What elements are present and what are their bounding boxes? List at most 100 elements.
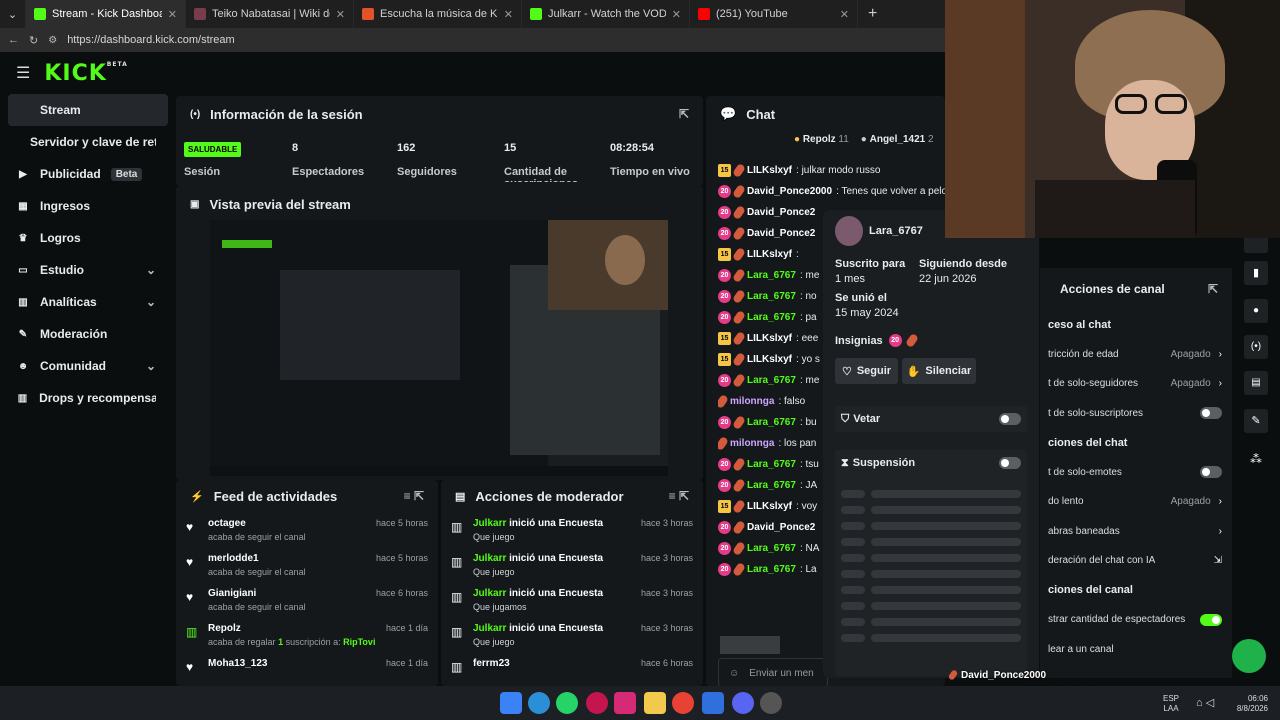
chat-username[interactable]: Lara_6767 [747,375,796,386]
channel-action-row[interactable]: t de solo-emotes [1040,458,1232,488]
shield-icon[interactable]: ▤ [1244,371,1268,395]
activity-username[interactable]: Moha13_123 [208,658,267,669]
back-icon[interactable]: ← [8,34,19,46]
popout-icon[interactable]: ⇱ [679,107,689,121]
chat-username[interactable]: David_Ponce2 [747,522,815,533]
chat-username[interactable]: Lara_6767 [747,459,796,470]
kick-logo[interactable]: KICKBETA [44,61,127,86]
chat-message[interactable]: 20 David_Ponce2000: Tenes que volver a pe… [718,181,945,202]
support-icon[interactable] [1232,639,1266,673]
mod-username[interactable]: Julkarr [473,518,506,529]
filter-icon[interactable]: ≡ ⇱ [669,489,689,503]
chat-username[interactable]: milonnga [730,438,774,449]
chevron-down-icon[interactable]: ⌄ [146,263,156,277]
channel-action-row[interactable]: lear a un canal [1040,635,1232,665]
popover-username[interactable]: Lara_6767 [869,225,923,237]
channel-action-row[interactable]: tricción de edad Apagado › [1040,340,1232,370]
tab-close-icon[interactable]: ✕ [336,8,345,21]
chat-username[interactable]: Lara_6767 [747,312,796,323]
channel-action-row[interactable]: t de solo-seguidores Apagado › [1040,369,1232,399]
stream-preview-video[interactable] [210,220,668,476]
sidebar-item-comunidad[interactable]: ☻ Comunidad ⌄ [0,350,172,382]
mod-username[interactable]: Julkarr [473,553,506,564]
sidebar-item-drops[interactable]: ▥ Drops y recompensas [0,382,172,414]
language-indicator[interactable]: ESP LAA [1163,694,1179,714]
sidebar-item-moderación[interactable]: ✎ Moderación [0,318,172,350]
mute-button[interactable]: ✋ Silenciar [902,358,976,384]
sidebar-item-ingresos[interactable]: ▦ Ingresos [0,190,172,222]
channel-action-row[interactable]: deración del chat con IA ⇲ [1040,546,1232,576]
site-info-icon[interactable]: ⚙ [48,35,57,46]
tab-close-icon[interactable]: ✕ [840,8,849,21]
timeout-toggle[interactable] [999,457,1021,469]
discord-icon[interactable] [732,692,754,714]
mod-username[interactable]: ferrm23 [473,658,510,669]
chrome-icon[interactable] [672,692,694,714]
chat-username[interactable]: Lara_6767 [747,480,796,491]
chat-username[interactable]: Lara_6767 [747,564,796,575]
wrench-icon[interactable]: ✎ [1244,409,1268,433]
channel-action-row[interactable]: strar cantidad de espectadores [1040,605,1232,635]
share-icon[interactable]: ⁂ [1244,447,1268,471]
activity-username[interactable]: octagee [208,518,306,529]
tab-close-icon[interactable]: ✕ [672,8,681,21]
whatsapp-icon[interactable] [556,692,578,714]
mod-username[interactable]: Julkarr [473,588,506,599]
sidebar-item-stream[interactable]: Stream [8,94,168,126]
chat-username[interactable]: Lara_6767 [747,543,796,554]
activity-username[interactable]: merlodde1 [208,553,306,564]
chat-username[interactable]: LILKslxyf [747,354,792,365]
browser-tab[interactable]: Escucha la música de Kiki | Disfruta ✕ [354,0,522,28]
chat-username[interactable]: Lara_6767 [747,291,796,302]
activity-username[interactable]: Repolz [208,623,375,634]
browser-tab[interactable]: Stream - Kick Dashboard ✕ [26,0,186,28]
media-icon[interactable] [586,692,608,714]
chat-username[interactable]: LILKslxyf [747,333,792,344]
chat-username[interactable]: David_Ponce2 [747,228,815,239]
chat-username[interactable]: LILKslxyf [747,501,792,512]
ban-toggle[interactable] [999,413,1021,425]
tab-search-button[interactable]: ⌄ [0,0,26,28]
popout-icon[interactable]: ⇱ [1208,282,1218,296]
chat-username[interactable]: LILKslxyf [747,165,792,176]
sidebar-item-logros[interactable]: ♛ Logros [0,222,172,254]
menu-icon[interactable]: ☰ [16,63,30,83]
sidebar-item-publicidad[interactable]: ▶ Publicidad Beta [0,158,172,190]
chat-username[interactable]: David_Ponce2 [747,207,815,218]
channel-action-toggle[interactable] [1200,613,1222,626]
chat-icon[interactable]: ● [1244,299,1268,323]
chat-username[interactable]: Lara_6767 [747,417,796,428]
edge-icon[interactable] [528,692,550,714]
chat-username[interactable]: David_Ponce2000 [747,186,832,197]
chat-input[interactable]: ☺ Enviar un men [718,658,828,688]
tab-close-icon[interactable]: ✕ [504,8,513,21]
emoji-icon[interactable]: ☺ [729,668,739,679]
sidebar-item-servidor[interactable]: Servidor y clave de retransmisión [0,126,172,158]
instagram-icon[interactable] [614,692,636,714]
sidebar-item-estudio[interactable]: ▭ Estudio ⌄ [0,254,172,286]
mail-icon[interactable] [702,692,724,714]
browser-tab[interactable]: (251) YouTube ✕ [690,0,858,28]
filter-icon[interactable]: ≡ ⇱ [404,489,424,503]
follow-button[interactable]: ♡ Seguir [835,358,898,384]
windows-start-icon[interactable] [500,692,522,714]
system-tray-icons[interactable]: ⌂ ◁ [1196,696,1214,709]
browser-tab[interactable]: Julkarr - Watch the VOD on Kick ✕ [522,0,690,28]
reload-icon[interactable]: ↻ [29,34,38,47]
chat-username[interactable]: milonnga [730,396,774,407]
activity-username[interactable]: Gianigiani [208,588,306,599]
channel-action-toggle[interactable] [1200,407,1222,420]
clock[interactable]: 06:06 8/8/2026 [1228,694,1268,714]
app-icon[interactable] [760,692,782,714]
chat-message[interactable]: 15 LILKslxyf: julkar modo russo [718,160,945,181]
chevron-down-icon[interactable]: ⌄ [146,359,156,373]
chat-username[interactable]: LILKslxyf [747,249,792,260]
browser-tab[interactable]: Teiko Nabatasai | Wiki de Yandere ✕ [186,0,354,28]
channel-action-row[interactable]: t de solo-suscriptores [1040,399,1232,429]
new-tab-button[interactable]: + [868,5,877,23]
broadcast-icon[interactable]: (•) [1244,335,1268,359]
channel-action-toggle[interactable] [1200,466,1222,479]
url-field[interactable]: https://dashboard.kick.com/stream [67,34,235,46]
sidebar-item-analíticas[interactable]: ▥ Analíticas ⌄ [0,286,172,318]
tab-close-icon[interactable]: ✕ [168,8,177,21]
